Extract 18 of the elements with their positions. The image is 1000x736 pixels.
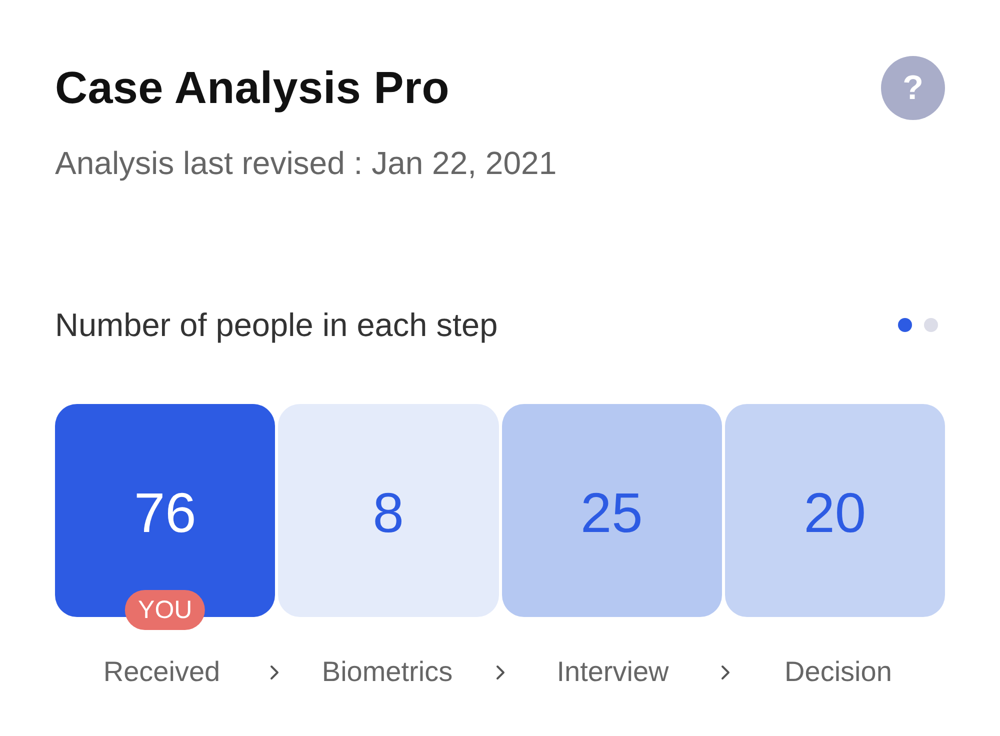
- section-heading: Number of people in each step: [55, 306, 498, 345]
- page-title: Case Analysis Pro: [55, 62, 450, 114]
- chevron-right-icon: [270, 664, 279, 680]
- chevron-right-icon: [496, 664, 504, 680]
- step-label: Interview: [556, 655, 669, 689]
- step-count: 76: [134, 480, 196, 544]
- step-label: Received: [103, 655, 220, 689]
- you-badge: YOU: [125, 590, 206, 630]
- step-count: 25: [580, 480, 643, 544]
- help-button[interactable]: ?: [881, 56, 945, 120]
- page-dot[interactable]: [924, 318, 938, 332]
- revision-date-text: Analysis last revised : Jan 22, 2021: [55, 144, 558, 183]
- chevron-right-icon: [721, 664, 730, 680]
- step-label: Decision: [784, 655, 892, 689]
- step-count: 8: [372, 480, 404, 544]
- step-count: 20: [804, 480, 866, 544]
- step-label: Biometrics: [322, 655, 453, 689]
- page-dot[interactable]: [898, 318, 912, 332]
